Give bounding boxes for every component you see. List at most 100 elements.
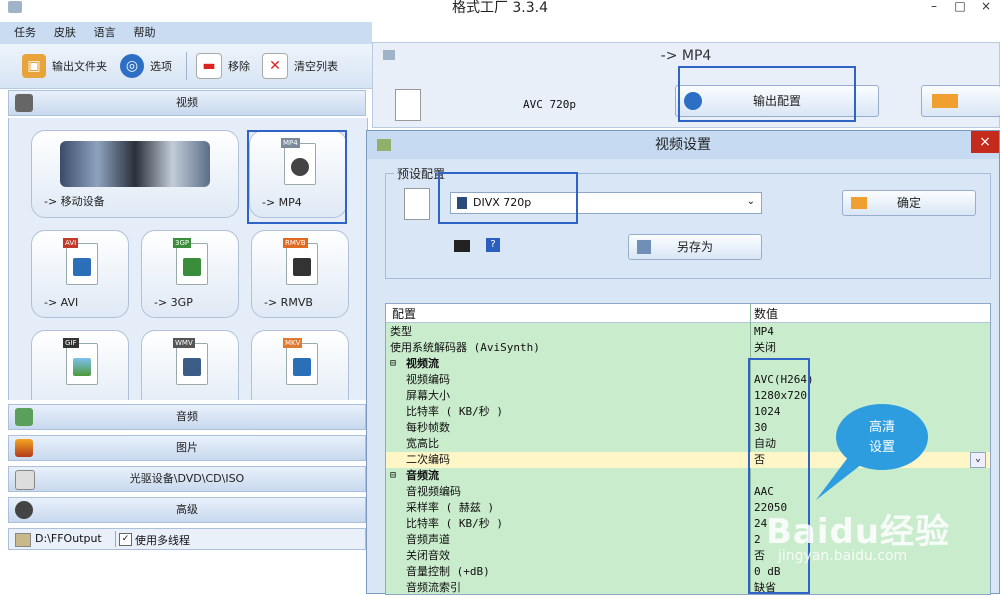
table-row[interactable]: 类型 MP4 bbox=[386, 324, 990, 340]
save-as-label: 另存为 bbox=[676, 240, 713, 254]
picture-section-label: 图片 bbox=[176, 441, 198, 454]
collapse-icon[interactable]: ⊟ bbox=[390, 468, 396, 484]
table-header: 配置 数值 bbox=[386, 304, 990, 323]
output-path[interactable]: D:\FFOutput bbox=[35, 532, 102, 545]
main-title-bar: 格式工厂 3.3.4 – □ × bbox=[0, 0, 1000, 18]
rmvb-badge: RMVB bbox=[283, 238, 308, 248]
output-folder-label: 输出文件夹 bbox=[52, 60, 107, 73]
3gp-file-icon: 3GP bbox=[173, 238, 208, 285]
wmv-badge: WMV bbox=[173, 338, 195, 348]
chevron-down-icon[interactable]: ⌄ bbox=[970, 452, 986, 468]
callout-text: 高清 设置 bbox=[868, 420, 895, 455]
tile-label: -> AVI bbox=[44, 296, 79, 309]
watermark-brand: Baidu经验 bbox=[766, 512, 951, 552]
help-icon[interactable]: ? bbox=[486, 238, 500, 252]
collapse-icon[interactable]: ⊟ bbox=[390, 356, 396, 372]
group-row[interactable]: ⊟ 视频流 bbox=[386, 356, 990, 372]
row-key: 每秒帧数 bbox=[406, 421, 450, 434]
row-key: 宽高比 bbox=[406, 437, 439, 450]
options-icon: ◎ bbox=[120, 54, 144, 78]
menu-language[interactable]: 语言 bbox=[94, 22, 116, 44]
video-section-header[interactable]: 视频 bbox=[8, 90, 366, 116]
command-icon[interactable] bbox=[454, 240, 470, 252]
gif-badge: GIF bbox=[63, 338, 79, 348]
highlight-preset bbox=[438, 172, 578, 224]
header-value: 数值 bbox=[754, 307, 779, 321]
disc-section-header[interactable]: 光驱设备\DVD\CD\ISO bbox=[8, 466, 366, 492]
row-key: 音频流索引 bbox=[406, 581, 461, 594]
table-row[interactable]: 视频编码 AVC(H264) bbox=[386, 372, 990, 388]
ok-button[interactable]: 确定 bbox=[842, 190, 976, 216]
tile-3gp[interactable]: 3GP -> 3GP bbox=[141, 230, 239, 318]
mp4-preset-text: AVC 720p bbox=[523, 98, 576, 111]
maximize-button[interactable]: □ bbox=[946, 0, 974, 14]
options-label: 选项 bbox=[150, 60, 172, 73]
multithread-checkbox[interactable]: ✓ bbox=[119, 533, 132, 546]
multithread-label: 使用多线程 bbox=[135, 534, 190, 547]
row-key: 采样率 ( 赫兹 ) bbox=[406, 501, 495, 514]
clear-list-icon: ✕ bbox=[262, 53, 288, 79]
remove-label: 移除 bbox=[228, 60, 250, 73]
mkv-file-icon: MKV bbox=[283, 338, 318, 385]
options-button[interactable]: ◎ 选项 bbox=[120, 52, 172, 80]
save-icon bbox=[637, 240, 651, 254]
folder-icon: ▣ bbox=[22, 54, 46, 78]
highlight-output-config bbox=[678, 66, 856, 122]
tile-avi[interactable]: AVI -> AVI bbox=[31, 230, 129, 318]
disc-section-label: 光驱设备\DVD\CD\ISO bbox=[129, 472, 245, 485]
row-key: 视频编码 bbox=[406, 373, 450, 386]
dialog-close-button[interactable]: × bbox=[971, 131, 999, 153]
row-key: 类型 bbox=[390, 325, 412, 338]
dialog-title: 视频设置 bbox=[655, 137, 711, 153]
highlight-mp4-tile bbox=[247, 130, 347, 224]
row-key: 音视频编码 bbox=[406, 485, 461, 498]
main-close-button[interactable]: × bbox=[972, 0, 1000, 14]
remove-button[interactable]: ▬ 移除 bbox=[196, 52, 250, 80]
callout-bubble: 高清 设置 bbox=[836, 404, 928, 470]
clear-list-label: 清空列表 bbox=[294, 60, 338, 73]
clear-list-button[interactable]: ✕ 清空列表 bbox=[262, 52, 338, 80]
advanced-section-header[interactable]: 高级 bbox=[8, 497, 366, 523]
ok-label: 确定 bbox=[896, 196, 921, 210]
toolbar-divider bbox=[186, 52, 187, 80]
row-key: 比特率 ( KB/秒 ) bbox=[406, 517, 503, 530]
audio-section-header[interactable]: 音频 bbox=[8, 404, 366, 430]
tile-rmvb[interactable]: RMVB -> RMVB bbox=[251, 230, 349, 318]
output-folder-button[interactable]: ▣ 输出文件夹 bbox=[22, 52, 107, 80]
dialog-title-bar: 视频设置 bbox=[367, 131, 999, 159]
3gp-badge: 3GP bbox=[173, 238, 192, 248]
row-key: 使用系统解码器 (AviSynth) bbox=[390, 341, 540, 354]
picture-section-header[interactable]: 图片 bbox=[8, 435, 366, 461]
audio-section-label: 音频 bbox=[176, 410, 198, 423]
folder-icon bbox=[15, 533, 31, 547]
row-value: MP4 bbox=[754, 325, 774, 338]
mobile-devices-icon bbox=[60, 141, 210, 187]
tile-label: -> RMVB bbox=[264, 296, 313, 309]
tile-mkv[interactable]: MKV bbox=[251, 330, 349, 400]
save-as-button[interactable]: 另存为 bbox=[628, 234, 762, 260]
watermark: Baidu经验 jingyan.baidu.com bbox=[760, 470, 1000, 594]
tile-gif[interactable]: GIF bbox=[31, 330, 129, 400]
chevron-down-icon: ⌄ bbox=[746, 196, 755, 207]
real-icon bbox=[293, 258, 311, 276]
tile-wmv[interactable]: WMV bbox=[141, 330, 239, 400]
table-row[interactable]: 使用系统解码器 (AviSynth) 关闭 bbox=[386, 340, 990, 356]
video-section-label: 视频 bbox=[176, 96, 198, 109]
row-key: 音频声道 bbox=[406, 533, 450, 546]
app-title: 格式工厂 3.3.4 bbox=[451, 0, 549, 16]
tile-label: -> 3GP bbox=[154, 296, 193, 309]
mkv-badge: MKV bbox=[283, 338, 303, 348]
advanced-section-label: 高级 bbox=[176, 503, 198, 516]
menu-help[interactable]: 帮助 bbox=[133, 22, 155, 44]
film-strip-icon bbox=[293, 358, 311, 376]
row-value: 关闭 bbox=[754, 341, 776, 354]
tile-mobile-device[interactable]: -> 移动设备 bbox=[31, 130, 239, 218]
minimize-button[interactable]: – bbox=[920, 0, 948, 14]
start-button[interactable] bbox=[921, 85, 1000, 117]
menu-skin[interactable]: 皮肤 bbox=[54, 22, 76, 44]
film-reel-icon bbox=[183, 258, 201, 276]
mp4-file-icon bbox=[395, 89, 421, 121]
arrow-right-icon bbox=[932, 94, 958, 108]
row-key: 视频流 bbox=[406, 357, 439, 370]
menu-tasks[interactable]: 任务 bbox=[14, 22, 36, 44]
